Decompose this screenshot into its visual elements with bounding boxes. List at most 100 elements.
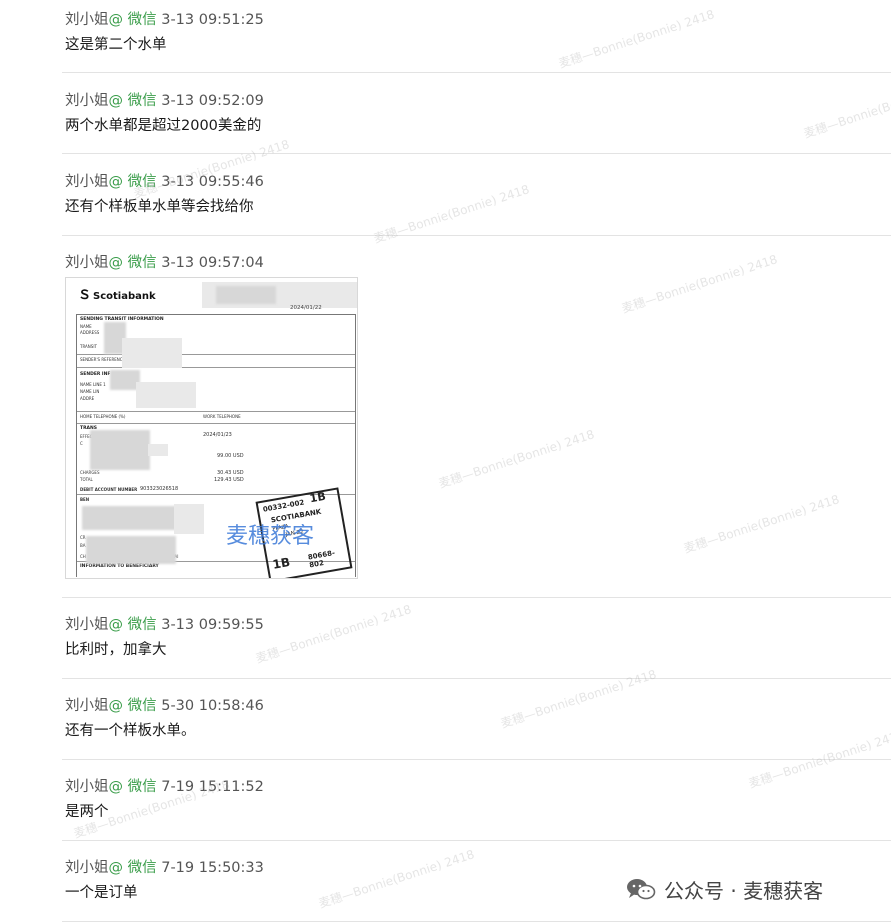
message-meta: 刘小姐@ 微信 3-13 09:55:46 xyxy=(65,170,264,191)
receipt-image[interactable]: Ｓ Scotiabank 2024/01/22 SENDING TRANSIT I… xyxy=(65,277,358,579)
message-meta: 刘小姐@ 微信 7-19 15:11:52 xyxy=(65,775,264,796)
divider xyxy=(62,153,891,154)
timestamp: 3-13 09:57:04 xyxy=(161,255,264,271)
label-address: ADDRESS xyxy=(80,330,100,335)
message-meta: 刘小姐@ 微信 3-13 09:57:04 xyxy=(65,251,264,272)
message-meta: 刘小姐@ 微信 7-19 15:50:33 xyxy=(65,856,264,877)
divider xyxy=(62,678,891,679)
message-text: 两个水单都是超过2000美金的 xyxy=(65,118,262,134)
redaction-block xyxy=(90,430,150,470)
sender-name: 刘小姐 xyxy=(65,617,109,633)
label-name-line2: NAME LIN xyxy=(80,389,100,394)
charges-value: 30.43 USD xyxy=(217,470,244,476)
label-sender-ref: SENDER'S REFERENCE xyxy=(80,357,126,362)
rule xyxy=(77,367,355,368)
source-tag[interactable]: @ 微信 xyxy=(109,860,157,876)
wechat-icon xyxy=(626,877,656,901)
source-tag[interactable]: @ 微信 xyxy=(109,12,157,28)
redaction-block xyxy=(148,444,168,456)
timestamp: 5-30 10:58:46 xyxy=(161,698,264,714)
redaction-block xyxy=(136,382,196,408)
label-total: TOTAL xyxy=(80,477,93,482)
source-tag[interactable]: @ 微信 xyxy=(109,698,157,714)
account-brand[interactable]: 公众号 · 麦穗获客 xyxy=(626,874,823,904)
divider xyxy=(62,840,891,841)
label-charges: CHARGES xyxy=(80,470,100,475)
watermark: 麦穗—Bonnie(Bonnie) 2418 xyxy=(253,602,414,666)
label-debit: DEBIT ACCOUNT NUMBER xyxy=(80,487,138,492)
source-tag[interactable]: @ 微信 xyxy=(109,255,157,271)
divider xyxy=(62,72,891,73)
watermark: 麦穗—Bonnie(Bonnie) 2418 xyxy=(436,427,597,491)
label-transit: TRANSIT xyxy=(80,344,97,349)
timestamp: 3-13 09:51:25 xyxy=(161,12,264,28)
message-text: 一个是订单 xyxy=(65,885,138,901)
watermark: 麦穗—Bonnie(Bonnie) 2418 xyxy=(371,182,532,246)
source-tag[interactable]: @ 微信 xyxy=(109,779,157,795)
watermark: 麦穗—Bonnie(Bonnie) 2418 xyxy=(131,137,292,201)
label-addr: ADDRE xyxy=(80,396,95,401)
effective-date: 2024/01/23 xyxy=(203,432,232,438)
label-home-tel: HOME TELEPHONE (%) xyxy=(80,414,126,419)
watermark: 麦穗—Bonnie(Bonnie) 2418 xyxy=(556,7,717,71)
debit-number: 903323026518 xyxy=(140,486,179,492)
rule xyxy=(77,411,355,412)
watermark: 麦穗—Bonnie(Bonnie) 2418 xyxy=(619,252,780,316)
label-name-line1: NAME LINE 1 xyxy=(80,382,106,387)
source-tag[interactable]: @ 微信 xyxy=(109,93,157,109)
redaction-block xyxy=(82,506,182,530)
divider xyxy=(62,597,891,598)
divider xyxy=(62,921,891,922)
total-value: 129.43 USD xyxy=(214,477,244,483)
image-watermark: 麦穗获客 xyxy=(226,524,315,549)
sender-name: 刘小姐 xyxy=(65,698,109,714)
message-text: 还有个样板单水单等会找给你 xyxy=(65,199,254,215)
rule xyxy=(77,354,355,355)
watermark: 麦穗—Bonnie(Bonnie) 2418 xyxy=(681,492,842,556)
timestamp: 3-13 09:52:09 xyxy=(161,93,264,109)
label-ba: BA xyxy=(80,543,86,548)
rule xyxy=(77,423,355,424)
timestamp: 7-19 15:11:52 xyxy=(161,779,264,795)
redaction-block xyxy=(174,504,204,534)
sender-name: 刘小姐 xyxy=(65,860,109,876)
label-ben: BEN xyxy=(80,497,90,502)
label-ch: CH xyxy=(80,554,86,559)
redaction-block xyxy=(216,286,276,304)
section-sender: SENDER INF xyxy=(80,372,111,377)
amount-value: 99.00 USD xyxy=(217,453,244,459)
message-meta: 刘小姐@ 微信 5-30 10:58:46 xyxy=(65,694,264,715)
section-info: INFORMATION TO BENEFICIARY xyxy=(80,564,159,569)
message-text: 还有一个样板水单。 xyxy=(65,723,196,739)
source-tag[interactable]: @ 微信 xyxy=(109,617,157,633)
timestamp: 7-19 15:50:33 xyxy=(161,860,264,876)
label-work-tel: WORK TELEPHONE xyxy=(203,414,241,419)
label-c: C xyxy=(80,441,83,446)
watermark: 麦穗—Bonnie(Bonnie) 2418 xyxy=(801,77,891,141)
message-meta: 刘小姐@ 微信 3-13 09:51:25 xyxy=(65,8,264,29)
sender-name: 刘小姐 xyxy=(65,93,109,109)
message-meta: 刘小姐@ 微信 3-13 09:59:55 xyxy=(65,613,264,634)
message-text: 比利时，加拿大 xyxy=(65,642,167,658)
timestamp: 3-13 09:59:55 xyxy=(161,617,264,633)
receipt-date: 2024/01/22 xyxy=(290,305,322,311)
divider xyxy=(62,759,891,760)
redaction-block xyxy=(122,338,182,368)
message-text: 是两个 xyxy=(65,804,109,820)
divider xyxy=(62,235,891,236)
redaction-block xyxy=(86,536,176,564)
label-name: NAME xyxy=(80,324,92,329)
watermark: 麦穗—Bonnie(Bonnie) 2418 xyxy=(498,667,659,731)
brand-label: 公众号 · 麦穗获客 xyxy=(664,878,824,903)
label-cr: CR xyxy=(80,535,86,540)
message-text: 这是第二个水单 xyxy=(65,37,167,53)
sender-name: 刘小姐 xyxy=(65,255,109,271)
sender-name: 刘小姐 xyxy=(65,12,109,28)
message-meta: 刘小姐@ 微信 3-13 09:52:09 xyxy=(65,89,264,110)
watermark: 麦穗—Bonnie(Bonnie) 2418 xyxy=(316,847,477,911)
bank-logo: Ｓ Scotiabank xyxy=(78,288,156,303)
source-tag[interactable]: @ 微信 xyxy=(109,174,157,190)
sender-name: 刘小姐 xyxy=(65,174,109,190)
sender-name: 刘小姐 xyxy=(65,779,109,795)
timestamp: 3-13 09:55:46 xyxy=(161,174,264,190)
